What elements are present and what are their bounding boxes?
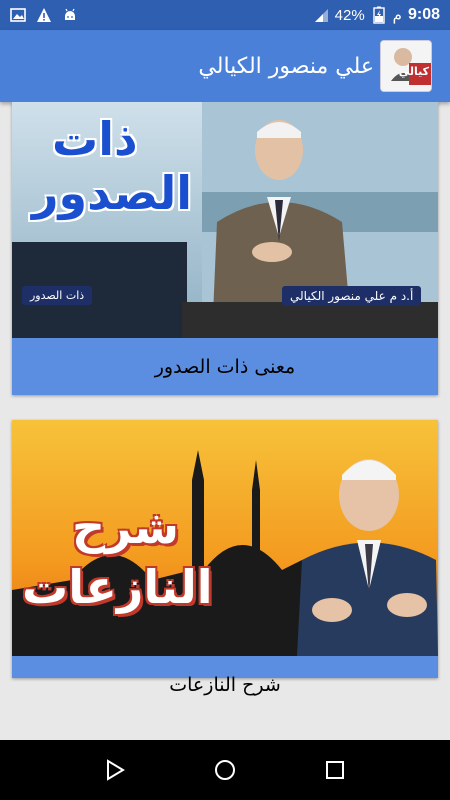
clock: 9:08	[407, 6, 440, 23]
home-button[interactable]	[205, 750, 245, 790]
android-icon	[62, 7, 78, 23]
back-triangle-icon	[107, 759, 125, 781]
app-bar: علي منصور الكيالي كيالي	[0, 30, 450, 102]
thumbnail-title-line1: ذات	[52, 112, 138, 166]
thumbnail-title-line2: النازعات	[22, 560, 213, 614]
video-thumbnail[interactable]: شرح النازعات	[12, 420, 438, 656]
battery-charging-icon	[371, 6, 387, 24]
video-title[interactable]: معنى ذات الصدور	[12, 338, 438, 395]
status-bar: 42% م 9:08	[0, 0, 450, 30]
logo-text: كيالي	[398, 65, 429, 78]
signal-icon	[313, 7, 329, 23]
navigation-bar	[0, 740, 450, 800]
time-suffix: م	[392, 7, 402, 24]
thumbnail-caption-left: ذات الصدور	[22, 286, 93, 305]
thumbnail-title-line2: الصدور	[32, 166, 193, 220]
recents-button[interactable]	[315, 750, 355, 790]
back-button[interactable]	[95, 750, 135, 790]
video-card[interactable]: شرح النازعات شرح النازعات	[12, 420, 438, 696]
app-title: علي منصور الكيالي	[198, 53, 374, 79]
app-logo: كيالي	[380, 40, 432, 92]
video-list[interactable]: ذات الصدور ذات الصدور أ.د م علي منصور ال…	[0, 102, 450, 740]
thumbnail-caption-right: أ.د م علي منصور الكيالي	[282, 286, 422, 306]
battery-percent: 42%	[334, 6, 365, 24]
home-circle-icon	[215, 760, 235, 780]
warning-icon	[36, 7, 52, 23]
video-card[interactable]: ذات الصدور ذات الصدور أ.د م علي منصور ال…	[12, 102, 438, 395]
video-thumbnail[interactable]: ذات الصدور ذات الصدور أ.د م علي منصور ال…	[12, 102, 438, 338]
image-icon	[10, 7, 26, 23]
system-status: 42% م 9:08	[313, 6, 440, 24]
recents-square-icon	[326, 761, 344, 779]
notification-icons	[10, 7, 78, 23]
thumbnail-title-line1: شرح	[72, 500, 180, 554]
video-title[interactable]: شرح النازعات	[12, 656, 438, 713]
